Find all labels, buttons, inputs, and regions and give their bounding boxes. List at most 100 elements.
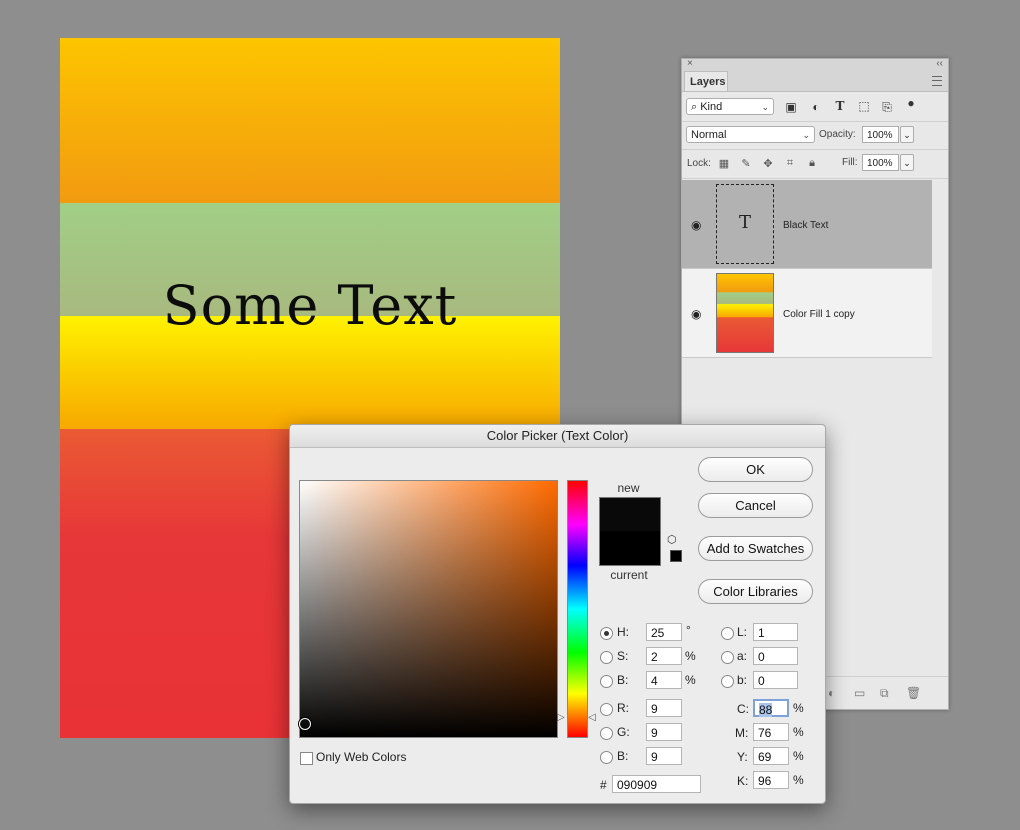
layer-name[interactable]: Black Text — [783, 220, 828, 231]
lock-transparent-icon[interactable]: ▦ — [717, 157, 731, 170]
h-label: H: — [617, 625, 629, 639]
layer-name[interactable]: Color Fill 1 copy — [783, 309, 855, 320]
blend-mode-value: Normal — [691, 129, 727, 141]
s-field[interactable]: 2 — [646, 647, 682, 665]
h-field[interactable]: 25 — [646, 623, 682, 641]
lab-b-radio[interactable] — [721, 675, 734, 688]
r-radio[interactable] — [600, 703, 613, 716]
blue-radio[interactable] — [600, 751, 613, 764]
b-field[interactable]: 4 — [646, 671, 682, 689]
g-radio[interactable] — [600, 727, 613, 740]
blue-label: B: — [617, 749, 629, 763]
adjustment-filter-icon[interactable]: ◐ — [808, 100, 824, 114]
y-label: Y: — [737, 750, 748, 764]
c-value: 88 — [759, 703, 773, 717]
l-field[interactable]: 1 — [753, 623, 798, 641]
canvas-text[interactable]: Some Text — [60, 274, 560, 337]
lab-b-label: b: — [737, 673, 748, 687]
k-label: K: — [737, 774, 749, 788]
percent-unit: % — [685, 673, 696, 687]
blend-mode-select[interactable]: Normal ⌄ — [686, 126, 815, 143]
s-radio[interactable] — [600, 651, 613, 664]
current-color-label: current — [610, 568, 648, 582]
h-radio[interactable] — [600, 627, 613, 640]
panel-tab-row: Layers — [682, 71, 948, 92]
m-field[interactable]: 76 — [753, 723, 789, 741]
filter-kind-value: Kind — [700, 101, 723, 113]
hex-label: # — [600, 778, 607, 792]
y-field[interactable]: 69 — [753, 747, 789, 765]
new-group-folder-icon[interactable]: ▭ — [854, 686, 865, 700]
percent-unit: % — [793, 773, 804, 787]
color-libraries-button[interactable]: Color Libraries — [698, 579, 813, 604]
layer-thumbnail-text: T — [716, 184, 774, 264]
new-color-label: new — [617, 481, 640, 495]
filter-toggle-icon[interactable]: ● — [903, 96, 919, 110]
fill-label: Fill: — [842, 157, 858, 168]
search-icon: ⌕ — [691, 101, 701, 113]
lock-position-move-icon[interactable]: ✥ — [761, 157, 775, 170]
a-radio[interactable] — [721, 651, 734, 664]
l-label: L: — [737, 625, 748, 639]
b-radio[interactable] — [600, 675, 613, 688]
tab-layers[interactable]: Layers — [684, 71, 728, 91]
percent-unit: % — [685, 649, 696, 663]
saturation-brightness-field[interactable] — [299, 480, 558, 738]
panel-topbar: × ‹‹ — [682, 58, 948, 71]
c-field[interactable]: 88 — [753, 699, 789, 717]
adjustment-layer-icon[interactable]: ◐ — [828, 686, 835, 700]
r-field[interactable]: 9 — [646, 699, 682, 717]
percent-unit: % — [793, 749, 804, 763]
filter-kind-select[interactable]: ⌕ Kind ⌄ — [686, 98, 774, 115]
g-label: G: — [617, 725, 630, 739]
shape-filter-icon[interactable]: ⬚ — [856, 99, 872, 113]
dialog-title: Color Picker (Text Color) — [290, 425, 825, 448]
percent-unit: % — [793, 725, 804, 739]
pixel-filter-icon[interactable]: ▣ — [783, 100, 799, 114]
lock-image-brush-icon[interactable]: ✎ — [739, 157, 753, 170]
hue-slider-left-arrow-icon[interactable]: ▷ — [557, 712, 565, 723]
eye-icon[interactable]: ◉ — [691, 307, 701, 321]
close-icon[interactable]: × — [687, 58, 693, 69]
hue-slider-right-arrow-icon[interactable]: ◁ — [588, 712, 596, 723]
layer-thumbnail-gradient — [716, 273, 774, 353]
eye-icon[interactable]: ◉ — [691, 218, 701, 232]
orange-band — [60, 38, 560, 203]
ok-button[interactable]: OK — [698, 457, 813, 482]
new-layer-icon[interactable]: ⧉ — [880, 686, 889, 701]
fill-input[interactable]: 100% — [862, 154, 899, 171]
color-field-marker[interactable] — [299, 718, 311, 730]
web-safe-cube-icon[interactable]: ⬡ — [667, 533, 677, 546]
only-web-colors-checkbox[interactable] — [300, 752, 313, 765]
web-safe-swatch[interactable] — [670, 550, 682, 562]
new-color-swatch — [599, 497, 661, 532]
artboard-lock-icon[interactable]: ⌗ — [783, 157, 797, 170]
blend-row: Normal ⌄ Opacity: 100% ⌄ — [682, 121, 948, 150]
l-radio[interactable] — [721, 627, 734, 640]
smart-object-filter-icon[interactable]: ⎘ — [879, 100, 895, 115]
hex-field[interactable]: 090909 — [612, 775, 701, 793]
a-field[interactable]: 0 — [753, 647, 798, 665]
k-field[interactable]: 96 — [753, 771, 789, 789]
hue-slider[interactable] — [567, 480, 588, 738]
type-layer-icon: T — [738, 212, 751, 233]
opacity-dropdown[interactable]: ⌄ — [900, 126, 914, 143]
lab-b-field[interactable]: 0 — [753, 671, 798, 689]
opacity-input[interactable]: 100% — [862, 126, 899, 143]
blue-field[interactable]: 9 — [646, 747, 682, 765]
layer-row-black-text[interactable]: ◉ T Black Text — [682, 180, 932, 269]
b-label: B: — [617, 673, 629, 687]
s-label: S: — [617, 649, 629, 663]
fill-dropdown[interactable]: ⌄ — [900, 154, 914, 171]
trash-icon[interactable]: 🗑︎ — [906, 686, 921, 700]
current-color-swatch[interactable] — [599, 531, 661, 566]
add-to-swatches-button[interactable]: Add to Swatches — [698, 536, 813, 561]
g-field[interactable]: 9 — [646, 723, 682, 741]
type-filter-icon[interactable]: T — [832, 99, 848, 113]
opacity-label: Opacity: — [819, 129, 856, 140]
collapse-icon[interactable]: ‹‹ — [936, 58, 943, 69]
cancel-button[interactable]: Cancel — [698, 493, 813, 518]
layer-row-color-fill-copy[interactable]: ◉ Color Fill 1 copy — [682, 269, 932, 358]
panel-menu-icon[interactable] — [932, 76, 942, 86]
lock-all-icon[interactable]: 🔒︎ — [805, 157, 819, 170]
